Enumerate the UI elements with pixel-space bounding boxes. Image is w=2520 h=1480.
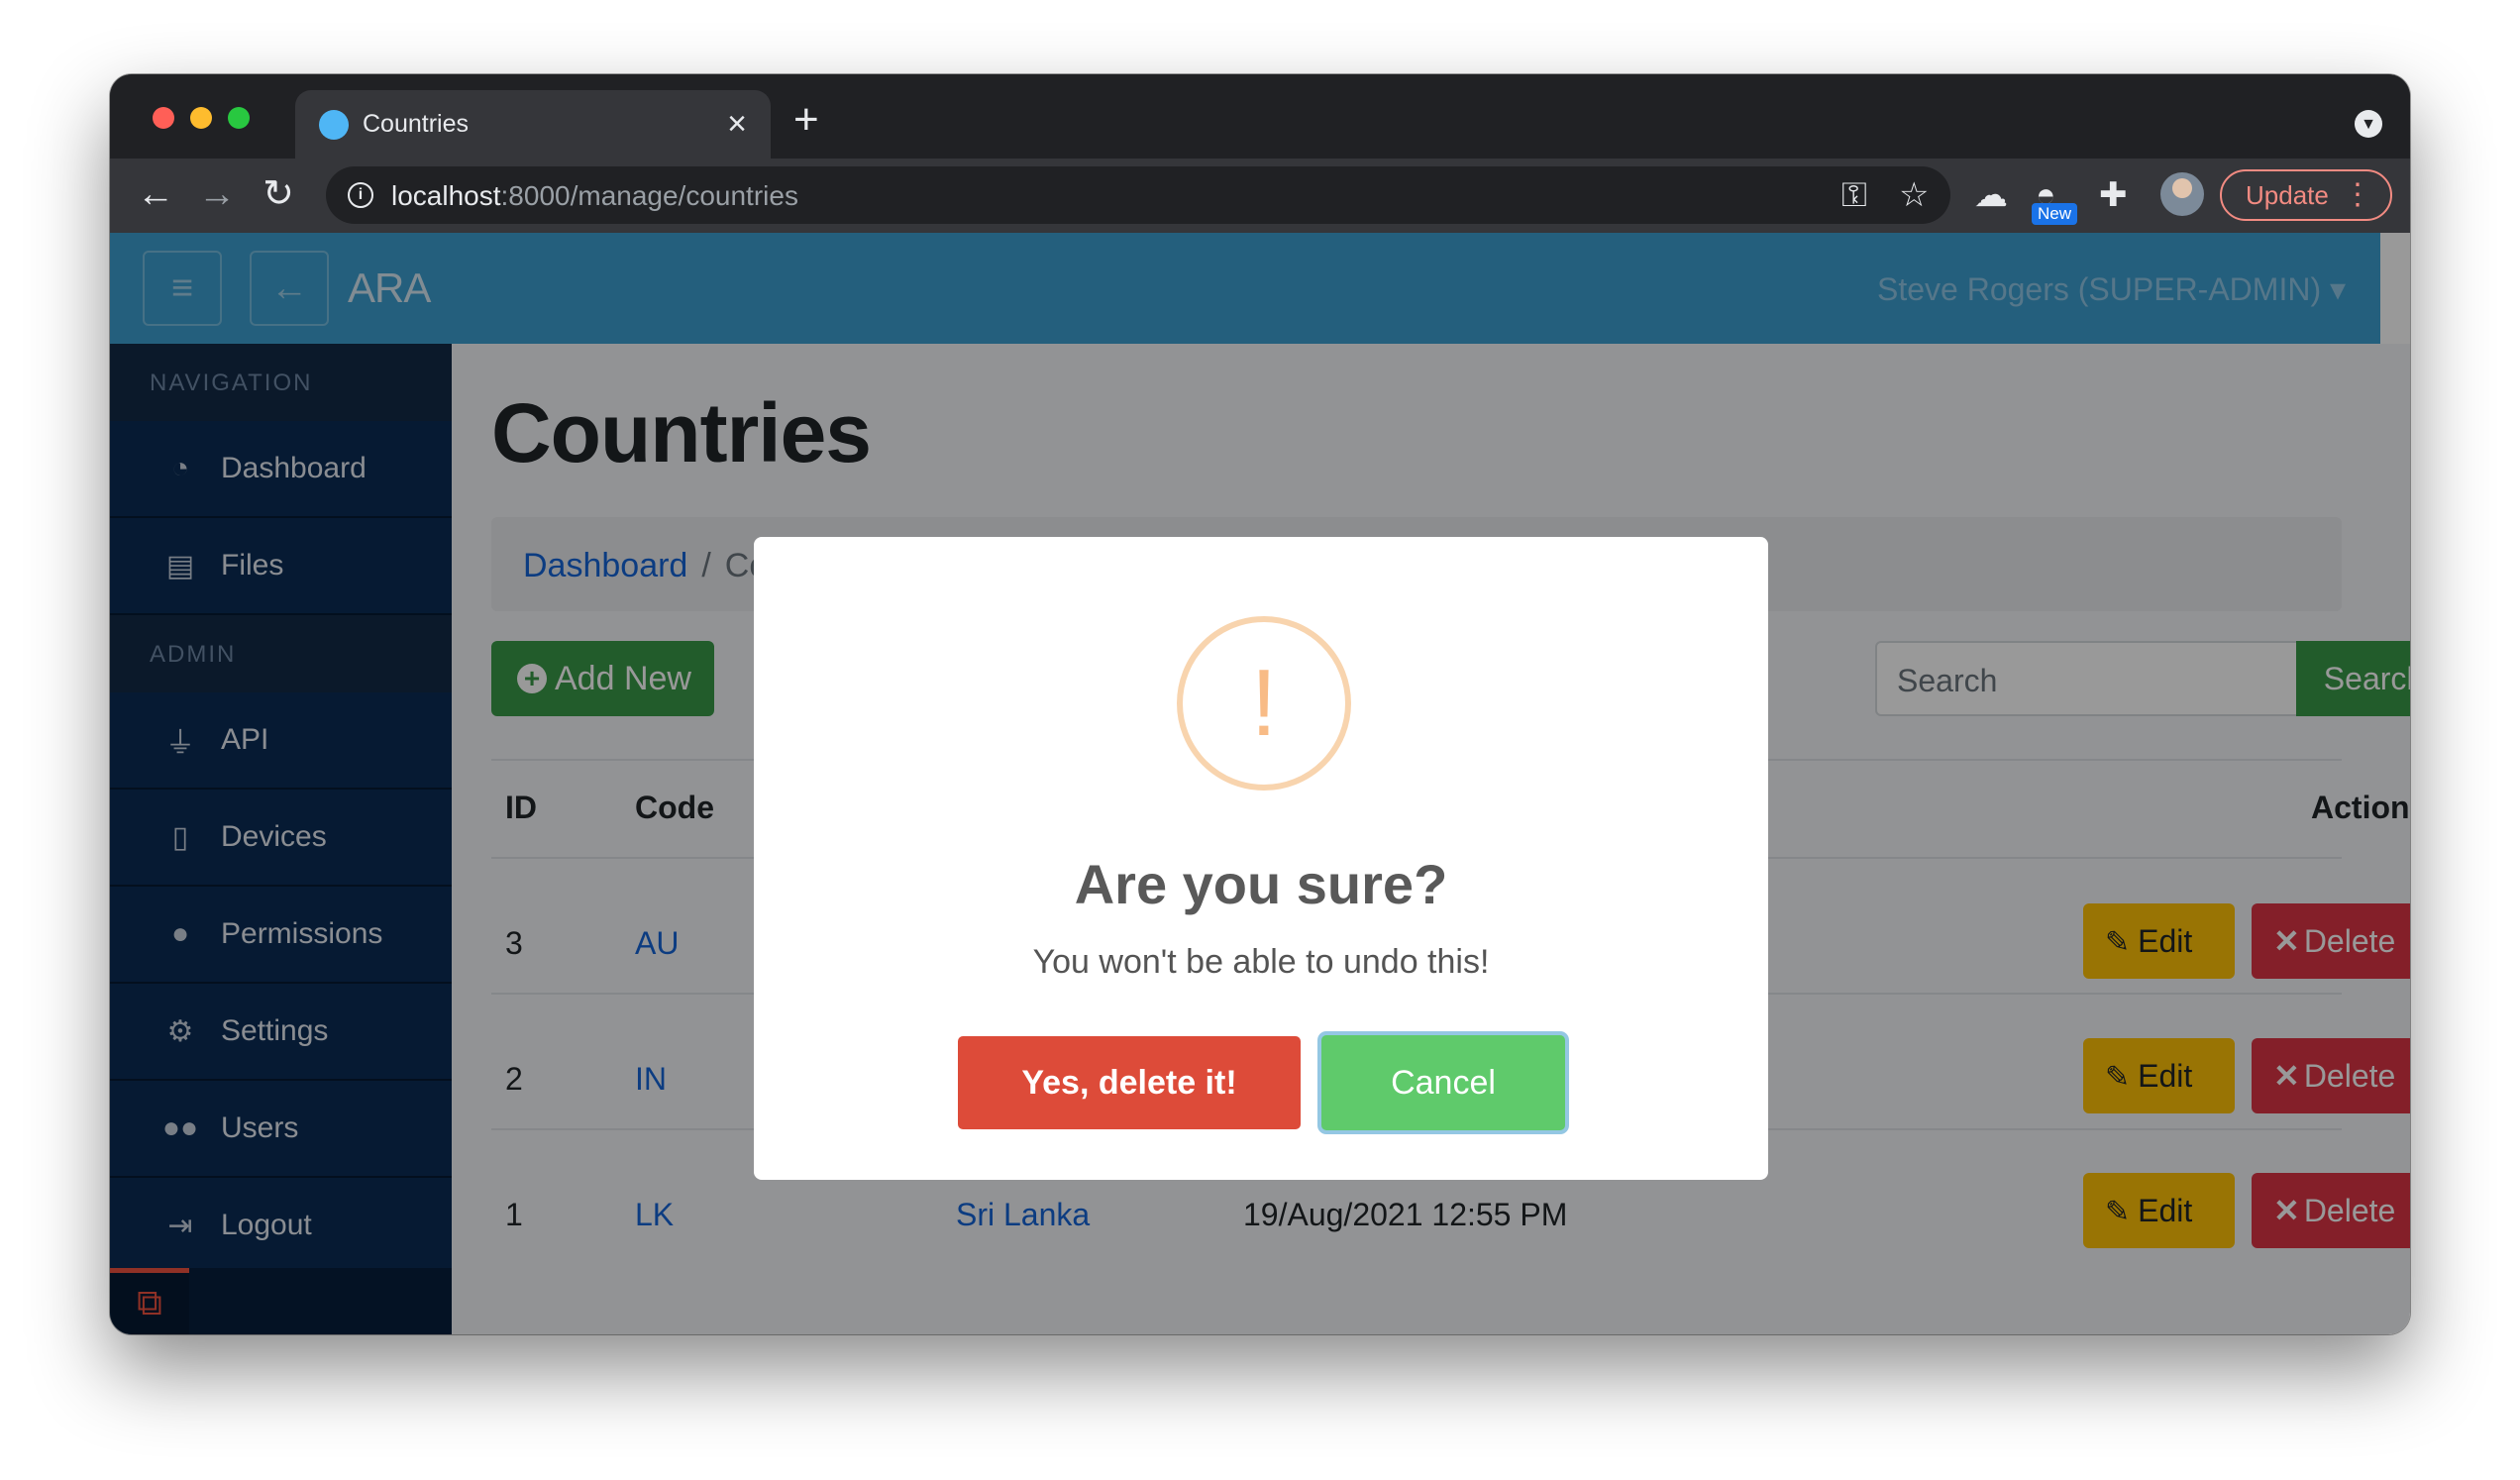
reload-icon[interactable]: ↻ [255,170,302,218]
profile-avatar[interactable] [2160,172,2204,216]
key-icon[interactable]: ⚿ [1841,176,1867,214]
browser-toolbar: ← → ↻ i localhost:8000/manage/countries … [110,159,2410,233]
minimize-window-button[interactable] [190,107,212,129]
browser-window: Countries × + ▼ ← → ↻ i localhost:8000/m… [110,74,2410,1334]
web-page: ≡ ← ARA Steve Rogers (SUPER-ADMIN) ▾ NAV… [110,233,2410,1334]
new-badge: New [2032,203,2078,225]
star-icon[interactable]: ☆ [1899,176,1929,214]
address-bar[interactable]: i localhost:8000/manage/countries ⚿ ☆ [326,166,1950,224]
confirm-dialog: ! Are you sure? You won't be able to und… [754,537,1768,1180]
cancel-button[interactable]: Cancel [1321,1035,1565,1130]
cloud-extension-icon[interactable]: ☁ [1974,176,2008,214]
maximize-window-button[interactable] [228,107,250,129]
close-window-button[interactable] [153,107,174,129]
tab-strip: Countries × + ▼ [110,74,2410,159]
confirm-delete-button[interactable]: Yes, delete it! [958,1036,1301,1129]
close-tab-icon[interactable]: × [719,104,755,144]
tab-search-icon[interactable]: ▼ [2355,110,2382,138]
globe-icon [319,110,349,140]
dialog-title: Are you sure? [1074,853,1448,915]
back-arrow-icon[interactable]: ← [132,170,179,218]
tab-title: Countries [363,110,469,138]
update-button[interactable]: Update ⋮ [2220,169,2392,221]
more-icon[interactable]: ⋮ [2343,171,2372,219]
info-icon[interactable]: i [348,182,373,208]
url-text: localhost:8000/manage/countries [391,180,798,211]
forward-arrow-icon[interactable]: → [193,170,241,218]
dialog-message: You won't be able to undo this! [1032,943,1490,981]
warning-icon: ! [1177,616,1351,791]
browser-tab[interactable]: Countries × [295,90,771,159]
new-tab-icon[interactable]: + [793,98,819,142]
puzzle-icon[interactable]: ✚ [2099,176,2128,214]
